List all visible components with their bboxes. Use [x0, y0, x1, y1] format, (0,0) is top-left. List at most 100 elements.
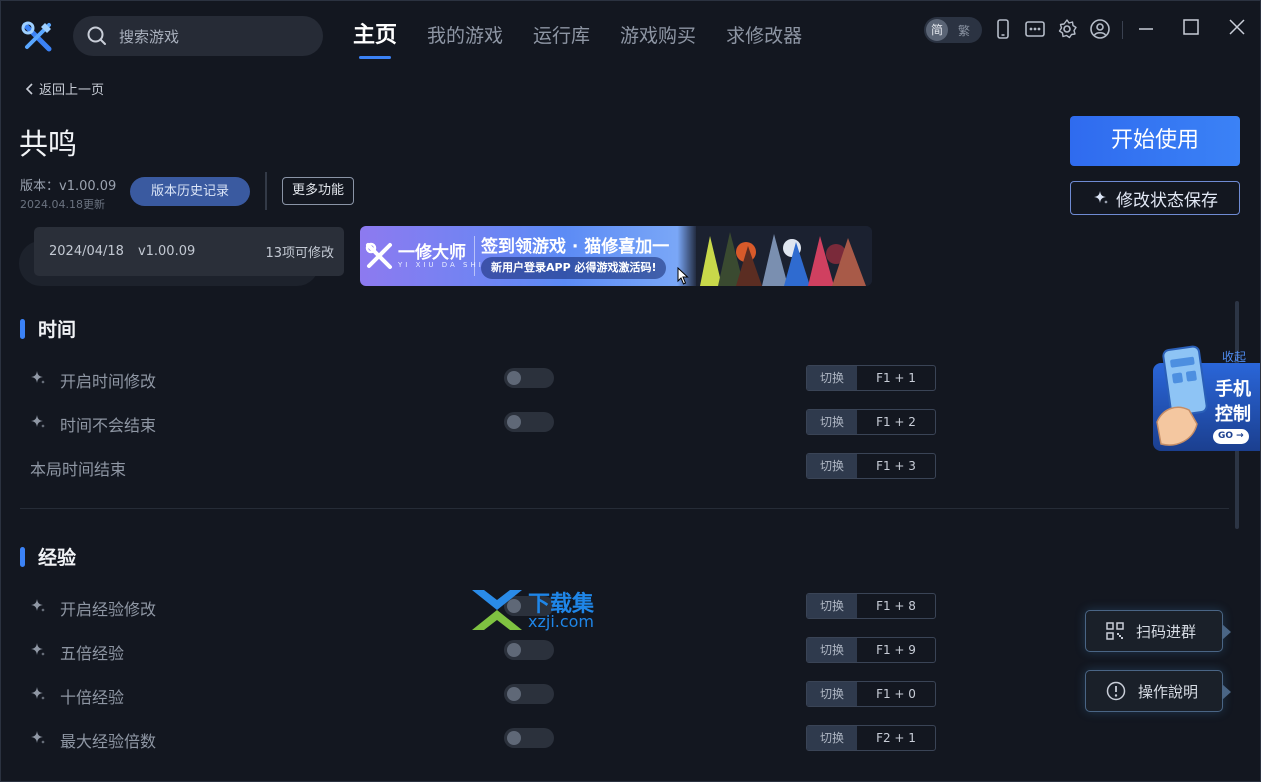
cheat-row: 十倍经验 切换 F1 + 0 — [29, 681, 939, 707]
sparkle-icon — [31, 371, 45, 384]
cheat-toggle[interactable] — [504, 412, 554, 432]
hotkey-group: 切换 F1 + 9 — [806, 637, 936, 663]
tab-runtime[interactable]: 运行库 — [533, 21, 590, 55]
switch-button[interactable]: 切换 — [807, 366, 857, 390]
save-state-label: 修改状态保存 — [1116, 190, 1218, 211]
section-marker — [20, 546, 25, 567]
popup-count: 13项可修改 — [265, 246, 334, 261]
search-icon — [87, 26, 106, 45]
banner-divider — [474, 236, 475, 276]
popup-version: v1.00.09 — [137, 244, 196, 259]
hotkey-field[interactable]: F1 + 9 — [857, 638, 935, 662]
section-divider — [20, 508, 1229, 509]
switch-button[interactable]: 切换 — [807, 726, 857, 750]
main-nav: 主页 我的游戏 运行库 游戏购买 求修改器 — [353, 21, 802, 59]
info-icon — [1106, 681, 1126, 701]
instructions-button[interactable]: 操作說明 — [1085, 670, 1231, 712]
tab-request-trainer[interactable]: 求修改器 — [726, 21, 802, 55]
cheat-toggle[interactable] — [504, 684, 554, 704]
tab-my-games[interactable]: 我的游戏 — [427, 21, 503, 55]
switch-button[interactable]: 切换 — [807, 410, 857, 434]
promo-banner[interactable]: 一修大师 YI XIU DA SHI 签到领游戏 · 猫修喜加一 新用户登录AP… — [360, 226, 872, 286]
qr-code-icon — [1106, 622, 1124, 640]
switch-button[interactable]: 切换 — [807, 454, 857, 478]
sparkle-icon — [31, 731, 45, 744]
save-state-button[interactable]: 修改状态保存 — [1070, 181, 1240, 215]
switch-button[interactable]: 切换 — [807, 638, 857, 662]
watermark: 下载集 xzji.com — [470, 586, 620, 634]
toolbar-separator — [1122, 21, 1123, 39]
version-history-button[interactable]: 版本历史记录 — [130, 177, 250, 206]
button-pointer — [1222, 624, 1231, 640]
hotkey-field[interactable]: F1 + 1 — [857, 366, 935, 390]
cheat-row: 本局时间结束 切换 F1 + 3 — [29, 453, 939, 479]
sparkle-icon — [1094, 191, 1108, 204]
app-logo-icon[interactable] — [19, 19, 55, 55]
hotkey-group: 切换 F1 + 2 — [806, 409, 936, 435]
go-badge: GO → — [1213, 429, 1249, 444]
switch-button[interactable]: 切换 — [807, 682, 857, 706]
hotkey-field[interactable]: F1 + 0 — [857, 682, 935, 706]
cheat-label: 时间不会结束 — [60, 416, 157, 435]
tab-home[interactable]: 主页 — [353, 21, 397, 59]
search-placeholder: 搜索游戏 — [119, 27, 180, 46]
header-separator — [265, 172, 267, 210]
scan-group-button[interactable]: 扫码进群 — [1085, 610, 1231, 652]
banner-pill: 新用户登录APP 必得游戏激活码! — [481, 257, 667, 279]
instructions-label: 操作說明 — [1138, 682, 1199, 701]
cheat-toggle[interactable] — [504, 728, 554, 748]
maximize-icon[interactable] — [1177, 15, 1205, 43]
cheat-label: 最大经验倍数 — [60, 732, 157, 751]
banner-slogan: 签到领游戏 · 猫修喜加一 — [481, 237, 670, 257]
section-title: 经验 — [38, 547, 77, 569]
wrench-icon — [365, 242, 392, 269]
back-link[interactable]: 返回上一页 — [25, 79, 104, 98]
toggle-knob — [507, 643, 521, 657]
cheat-toggle[interactable] — [504, 368, 554, 388]
scan-group-label: 扫码进群 — [1136, 622, 1197, 641]
hotkey-field[interactable]: F1 + 8 — [857, 594, 935, 618]
toggle-knob — [507, 371, 521, 385]
back-label: 返回上一页 — [39, 83, 105, 98]
cheat-label: 五倍经验 — [60, 644, 125, 663]
hotkey-group: 切换 F1 + 0 — [806, 681, 936, 707]
hotkey-group: 切换 F2 + 1 — [806, 725, 936, 751]
hotkey-field[interactable]: F1 + 2 — [857, 410, 935, 434]
cheat-label: 开启经验修改 — [60, 600, 157, 619]
switch-button[interactable]: 切换 — [807, 594, 857, 618]
mouse-cursor-icon — [677, 267, 689, 285]
hotkey-group: 切换 F1 + 3 — [806, 453, 936, 479]
message-icon[interactable] — [1024, 18, 1046, 40]
popup-date: 2024/04/18 — [49, 244, 124, 259]
cheat-toggle[interactable] — [504, 640, 554, 660]
start-button[interactable]: 开始使用 — [1070, 116, 1240, 166]
toggle-knob — [507, 731, 521, 745]
phone-icon[interactable] — [992, 18, 1014, 40]
game-title: 共鸣 — [19, 127, 78, 161]
phone-hand-icon — [1156, 345, 1208, 446]
hotkey-field[interactable]: F2 + 1 — [857, 726, 935, 750]
section-exp-header: 经验 — [20, 543, 76, 570]
gear-icon[interactable] — [1056, 18, 1078, 40]
tab-buy-games[interactable]: 游戏购买 — [620, 21, 696, 55]
hotkey-group: 切换 F1 + 8 — [806, 593, 936, 619]
section-marker — [20, 318, 25, 339]
version-history-popup[interactable]: 2024/04/18 v1.00.09 13项可修改 — [34, 227, 344, 276]
sparkle-icon — [31, 415, 45, 428]
chevron-left-icon — [25, 82, 33, 95]
language-toggle[interactable]: 简 繁 — [924, 17, 982, 43]
hotkey-field[interactable]: F1 + 3 — [857, 454, 935, 478]
cheat-label: 开启时间修改 — [60, 372, 157, 391]
more-features-button[interactable]: 更多功能 — [282, 177, 354, 205]
close-icon[interactable] — [1223, 15, 1251, 43]
cheat-row: 五倍经验 切换 F1 + 9 — [29, 637, 939, 663]
button-pointer — [1222, 684, 1231, 700]
minimize-icon[interactable] — [1132, 15, 1160, 43]
banner-game-art — [696, 226, 872, 286]
cheat-row: 开启时间修改 切换 F1 + 1 — [29, 365, 939, 391]
version-label: 版本：v1.00.09 — [20, 179, 117, 194]
user-icon[interactable] — [1089, 18, 1111, 40]
toggle-knob — [507, 415, 521, 429]
search-input[interactable]: 搜索游戏 — [73, 16, 323, 56]
app-window: 搜索游戏 主页 我的游戏 运行库 游戏购买 求修改器 简 繁 返回上一页 共鸣 … — [0, 0, 1261, 782]
